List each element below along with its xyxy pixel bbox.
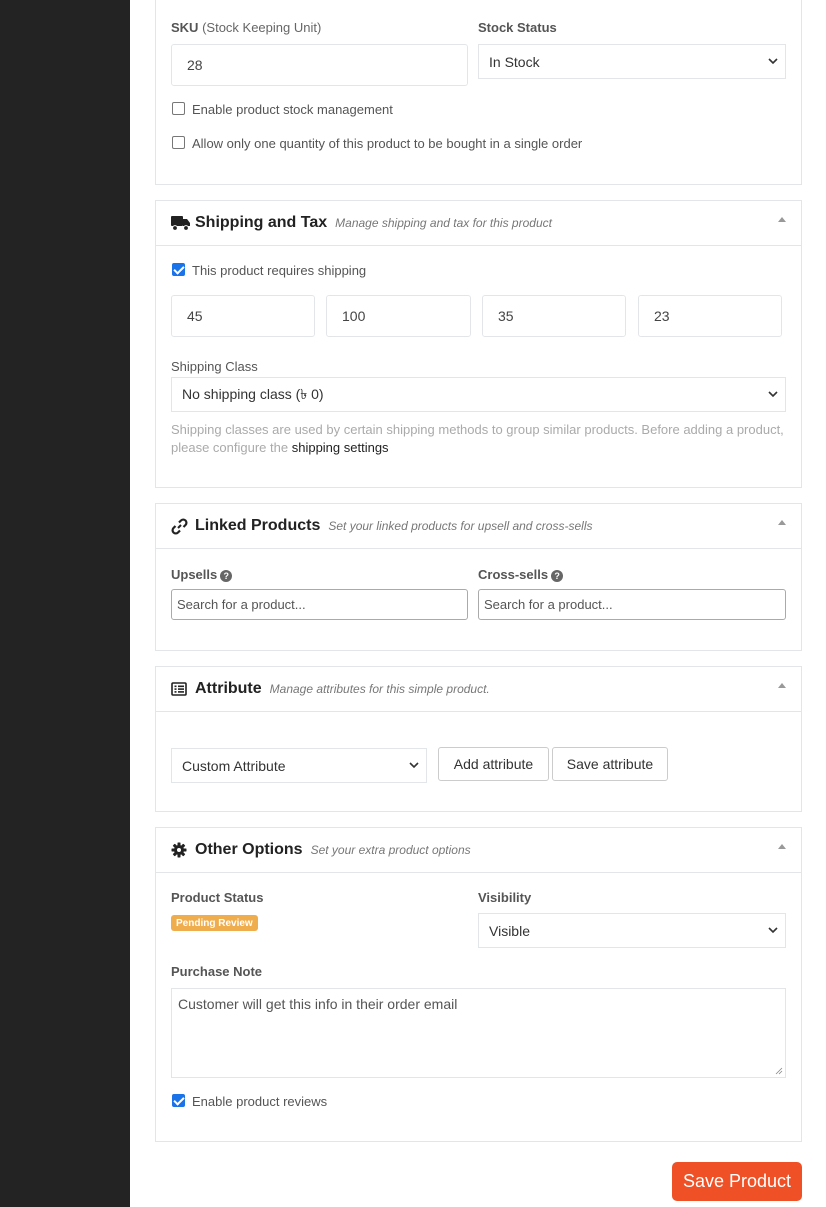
attribute-panel-subtitle: Manage attributes for this simple produc… — [269, 682, 490, 696]
collapse-toggle-icon[interactable] — [778, 217, 786, 222]
shipping-panel: Shipping and Tax Manage shipping and tax… — [155, 200, 802, 488]
other-panel-subtitle: Set your extra product options — [310, 843, 471, 857]
attribute-type-select[interactable]: Custom Attribute — [171, 748, 427, 783]
sidebar — [0, 0, 130, 1207]
crosssells-label: Cross-sells? — [478, 567, 564, 582]
sold-individually-label: Allow only one quantity of this product … — [192, 136, 583, 151]
purchase-note-label: Purchase Note — [171, 964, 263, 979]
linked-products-panel: Linked Products Set your linked products… — [155, 503, 802, 651]
requires-shipping-checkbox[interactable] — [172, 263, 185, 276]
manage-stock-checkbox[interactable] — [172, 102, 185, 115]
purchase-note-textarea[interactable]: Customer will get this info in their ord… — [171, 988, 786, 1078]
attribute-panel-title: Attribute — [195, 680, 262, 697]
length-input[interactable]: 100 — [326, 295, 471, 337]
other-panel-title: Other Options — [195, 841, 303, 858]
truck-icon — [171, 214, 191, 232]
enable-reviews-label: Enable product reviews — [192, 1094, 328, 1109]
product-status-label: Product Status — [171, 890, 264, 905]
collapse-toggle-icon[interactable] — [778, 520, 786, 525]
chevron-down-icon — [768, 58, 778, 65]
requires-shipping-label: This product requires shipping — [192, 263, 367, 278]
collapse-toggle-icon[interactable] — [778, 844, 786, 849]
linked-panel-header[interactable]: Linked Products Set your linked products… — [156, 504, 801, 549]
shipping-class-select[interactable]: No shipping class (৳ 0) — [171, 377, 786, 412]
width-input[interactable]: 35 — [482, 295, 626, 337]
chevron-down-icon — [409, 762, 419, 769]
status-badge: Pending Review — [171, 915, 258, 931]
visibility-select[interactable]: Visible — [478, 913, 786, 948]
linked-panel-title: Linked Products — [195, 517, 321, 534]
attribute-panel: Attribute Manage attributes for this sim… — [155, 666, 802, 812]
shipping-class-label: Shipping Class — [171, 359, 258, 374]
chevron-down-icon — [768, 927, 778, 934]
sku-label: SKU (Stock Keeping Unit) — [171, 20, 322, 35]
other-options-panel: Other Options Set your extra product opt… — [155, 827, 802, 1142]
shipping-settings-link[interactable]: shipping settings — [292, 440, 389, 455]
chevron-down-icon — [768, 391, 778, 398]
sku-input[interactable]: 28 — [171, 44, 468, 86]
upsells-label: Upsells? — [171, 567, 233, 582]
add-attribute-button[interactable]: Add attribute — [438, 747, 549, 781]
shipping-panel-title: Shipping and Tax — [195, 214, 328, 231]
inventory-panel: SKU (Stock Keeping Unit) 28 Stock Status… — [155, 0, 802, 185]
sold-individually-checkbox[interactable] — [172, 136, 185, 149]
shipping-class-value: No shipping class (৳ 0) — [182, 385, 324, 402]
gear-icon — [171, 841, 191, 859]
upsells-search-input[interactable]: Search for a product... — [171, 589, 468, 620]
crosssells-search-input[interactable]: Search for a product... — [478, 589, 786, 620]
help-icon[interactable]: ? — [220, 570, 233, 582]
shipping-class-help: Shipping classes are used by certain shi… — [171, 422, 784, 455]
other-panel-header[interactable]: Other Options Set your extra product opt… — [156, 828, 801, 873]
attribute-panel-header[interactable]: Attribute Manage attributes for this sim… — [156, 667, 801, 712]
stock-status-label: Stock Status — [478, 20, 557, 35]
resize-handle-icon[interactable] — [775, 1067, 783, 1075]
purchase-note-value: Customer will get this info in their ord… — [178, 996, 458, 1012]
stock-status-select[interactable]: In Stock — [478, 44, 786, 79]
collapse-toggle-icon[interactable] — [778, 683, 786, 688]
link-icon — [171, 517, 191, 535]
manage-stock-label: Enable product stock management — [192, 102, 393, 117]
linked-panel-subtitle: Set your linked products for upsell and … — [328, 519, 593, 533]
help-icon[interactable]: ? — [551, 570, 564, 582]
visibility-label: Visibility — [478, 890, 532, 905]
enable-reviews-checkbox[interactable] — [172, 1094, 185, 1107]
attribute-type-value: Custom Attribute — [182, 757, 286, 774]
list-icon — [171, 680, 191, 698]
stock-status-value: In Stock — [489, 53, 540, 70]
visibility-value: Visible — [489, 922, 530, 939]
height-input[interactable]: 23 — [638, 295, 782, 337]
save-attribute-button[interactable]: Save attribute — [552, 747, 668, 781]
shipping-panel-subtitle: Manage shipping and tax for this product — [335, 216, 552, 230]
shipping-panel-header[interactable]: Shipping and Tax Manage shipping and tax… — [156, 201, 801, 246]
weight-input[interactable]: 45 — [171, 295, 315, 337]
save-product-button[interactable]: Save Product — [672, 1162, 802, 1201]
